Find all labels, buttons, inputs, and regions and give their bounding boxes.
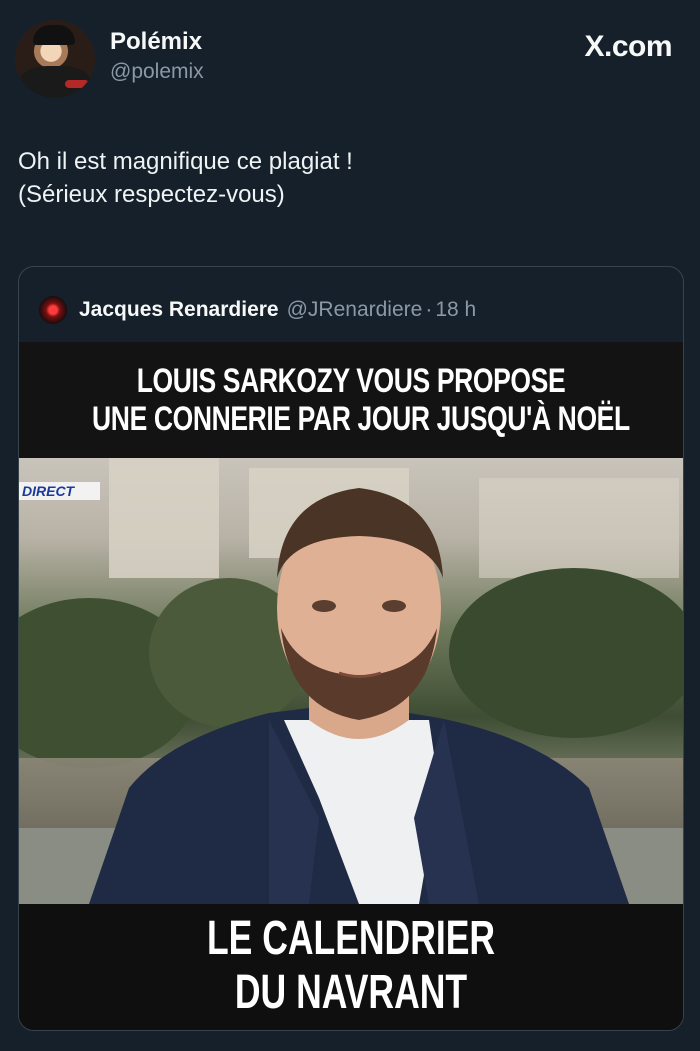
quoted-tweet[interactable]: Jacques Renardiere @JRenardiere · 18 h L… xyxy=(18,266,684,1031)
meme-top-caption-line-2: UNE CONNERIE PAR JOUR JUSQU'À NOËL xyxy=(92,400,630,438)
separator-dot: · xyxy=(425,298,433,321)
microphone-shape xyxy=(65,80,89,88)
person-figure xyxy=(89,488,629,904)
meme-bottom-caption-line-2: DU NAVRANT xyxy=(234,966,468,1019)
tweet-text-line-1: Oh il est magnifique ce plagiat ! xyxy=(18,148,353,175)
author-name[interactable]: Polémix xyxy=(110,28,202,56)
hat-shape xyxy=(33,25,75,45)
tweet-card: Polémix @polemix X.com Oh il est magnifi… xyxy=(0,0,700,1051)
x-logo-label: X.com xyxy=(584,30,672,63)
quoted-author-handle[interactable]: @JRenardiere xyxy=(287,298,423,322)
tweet-text: Oh il est magnifique ce plagiat ! (Série… xyxy=(18,145,353,211)
author-avatar[interactable] xyxy=(15,20,95,98)
direct-badge: DIRECT xyxy=(19,482,100,500)
author-handle[interactable]: @polemix xyxy=(110,60,204,84)
quoted-author-avatar[interactable] xyxy=(39,296,67,324)
quoted-tweet-header: Jacques Renardiere @JRenardiere · 18 h xyxy=(39,295,476,325)
tweet-text-line-2: (Sérieux respectez-vous) xyxy=(18,181,285,208)
meme-top-caption: LOUIS SARKOZY VOUS PROPOSE UNE CONNERIE … xyxy=(19,342,683,458)
meme-bottom-caption-line-1: LE CALENDRIER xyxy=(206,912,496,965)
meme-bottom-caption: LE CALENDRIER DU NAVRANT xyxy=(19,904,683,1030)
quoted-author-name[interactable]: Jacques Renardiere xyxy=(79,298,279,322)
quoted-image[interactable]: LOUIS SARKOZY VOUS PROPOSE UNE CONNERIE … xyxy=(19,342,683,1030)
meme-top-caption-line-1: LOUIS SARKOZY VOUS PROPOSE xyxy=(136,362,566,400)
meme-photo: DIRECT xyxy=(19,458,683,904)
quoted-timestamp[interactable]: 18 h xyxy=(435,298,476,322)
